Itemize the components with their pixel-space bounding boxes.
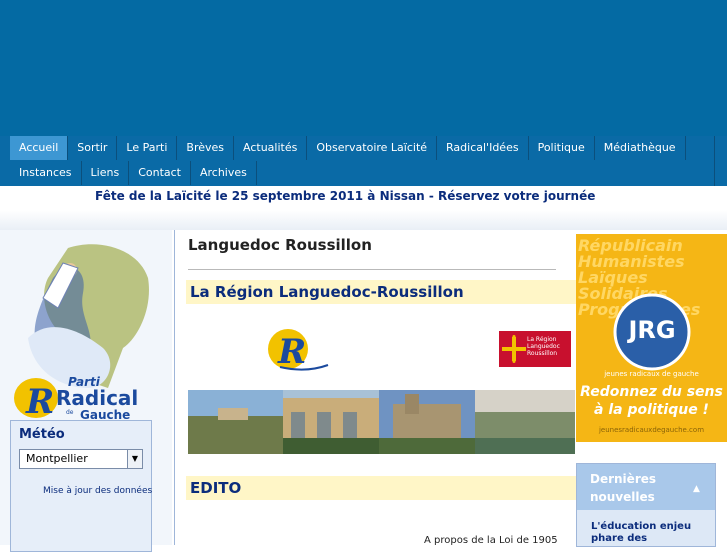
nav-item-sortir[interactable]: Sortir [68, 136, 118, 160]
nav-row-2: Instances Liens Contact Archives [10, 161, 257, 185]
latest-news-box: Dernières nouvelles ▲ L'éducation enjeu … [576, 463, 716, 547]
nav-item-contact[interactable]: Contact [129, 161, 191, 185]
section-heading-region-text: La Région Languedoc-Roussillon [190, 283, 464, 301]
page-title: Languedoc Roussillon [188, 236, 372, 254]
title-divider [188, 269, 556, 270]
nav-item-mediatheque[interactable]: Médiathèque [595, 136, 686, 160]
photo-aqueduct [283, 390, 379, 454]
section-heading-edito-text: EDITO [190, 479, 242, 497]
nav-row-1: Accueil Sortir Le Parti Brèves Actualité… [10, 136, 686, 160]
photo-gorge [475, 390, 575, 454]
ad-slogan-2: à la politique ! [594, 402, 709, 418]
site-header [0, 0, 727, 136]
logo-word-de: de [66, 409, 74, 416]
nav-item-archives[interactable]: Archives [191, 161, 257, 185]
nav-edge [714, 136, 727, 186]
nav-item-politique[interactable]: Politique [529, 136, 595, 160]
jrg-advertisement[interactable]: Républicain Humanistes Laïques Solidaire… [576, 234, 727, 442]
city-select-value: Montpellier [26, 452, 88, 465]
weather-title: Météo [19, 427, 65, 442]
section-heading-region: La Région Languedoc-Roussillon [186, 280, 576, 304]
photo-castle [379, 390, 475, 454]
ad-slogan-1: Redonnez du sens [580, 384, 723, 400]
announcement-banner: Fête de la Laïcité le 25 septembre 2011 … [0, 186, 727, 230]
ad-website: jeunesradicauxdegauche.com [598, 426, 705, 434]
nav-item-liens[interactable]: Liens [82, 161, 130, 185]
nav-item-accueil[interactable]: Accueil [10, 136, 69, 160]
main-navigation: Accueil Sortir Le Parti Brèves Actualité… [0, 136, 727, 186]
latest-news-title: Dernières nouvelles [590, 472, 657, 504]
jrg-subtitle: jeunes radicaux de gauche [604, 370, 699, 378]
nav-item-observatoire-laicite[interactable]: Observatoire Laïcité [307, 136, 438, 160]
column-divider [174, 230, 175, 545]
party-logo[interactable]: R Parti Radical de Gauche [8, 238, 158, 424]
nav-item-instances[interactable]: Instances [10, 161, 82, 185]
nav-item-le-parti[interactable]: Le Parti [117, 136, 178, 160]
logo-letter: R [25, 382, 54, 422]
collapse-icon[interactable]: ▲ [693, 484, 700, 494]
chevron-down-icon[interactable]: ▼ [127, 450, 142, 468]
weather-update-text: Mise à jour des données [43, 486, 153, 496]
weather-widget: Météo Montpellier ▼ Mise à jour des donn… [10, 420, 152, 552]
occitan-cross-icon [502, 335, 526, 363]
nav-item-actualites[interactable]: Actualités [234, 136, 308, 160]
region-photo-strip [188, 390, 575, 454]
announcement-link[interactable]: Fête de la Laïcité le 25 septembre 2011 … [95, 189, 595, 203]
logo-word-radical: Radical [56, 386, 138, 410]
section-heading-edito: EDITO [186, 476, 576, 500]
nav-item-breves[interactable]: Brèves [177, 136, 235, 160]
article-paragraph: A propos de la Loi de 1905 [424, 535, 558, 546]
nav-item-radical-idees[interactable]: Radical'Idées [437, 136, 529, 160]
city-select[interactable]: Montpellier ▼ [19, 449, 143, 469]
region-logo-text: La Région Languedoc Roussillon [527, 336, 560, 357]
party-small-logo: R [268, 329, 329, 372]
photo-village [188, 390, 283, 454]
latest-news-header[interactable]: Dernières nouvelles ▲ [577, 464, 715, 510]
region-logo: La Région Languedoc Roussillon [499, 331, 571, 367]
jrg-logo-text: JRG [626, 316, 675, 344]
small-logo-letter: R [277, 332, 306, 372]
left-sidebar: R Parti Radical de Gauche Météo Montpell… [0, 230, 172, 552]
jrg-logo: JRG [613, 293, 691, 371]
news-item-link[interactable]: L'éducation enjeu phare des [591, 521, 701, 545]
